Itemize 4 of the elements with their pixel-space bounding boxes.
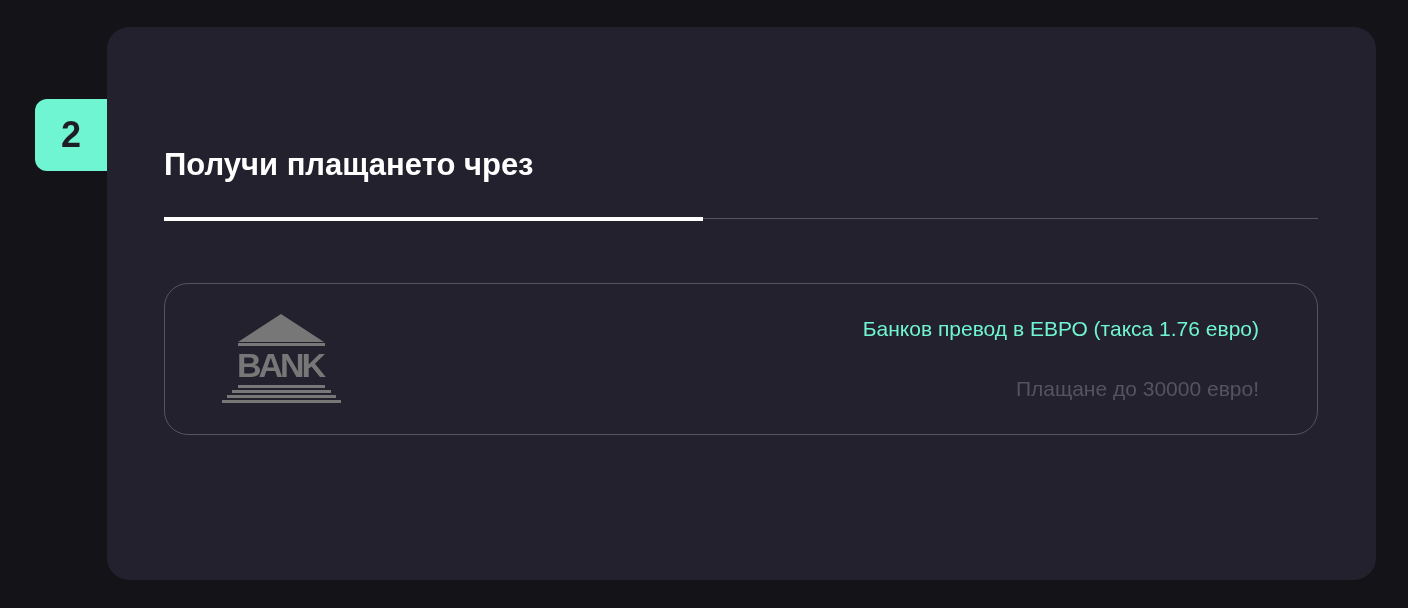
payment-method-name: Банков превод в ЕВРО (такса 1.76 евро) — [862, 317, 1259, 341]
step-number-badge: 2 — [35, 99, 107, 171]
bank-logo: BANK — [222, 314, 341, 404]
step-title: Получи плащането чрез — [164, 146, 535, 184]
